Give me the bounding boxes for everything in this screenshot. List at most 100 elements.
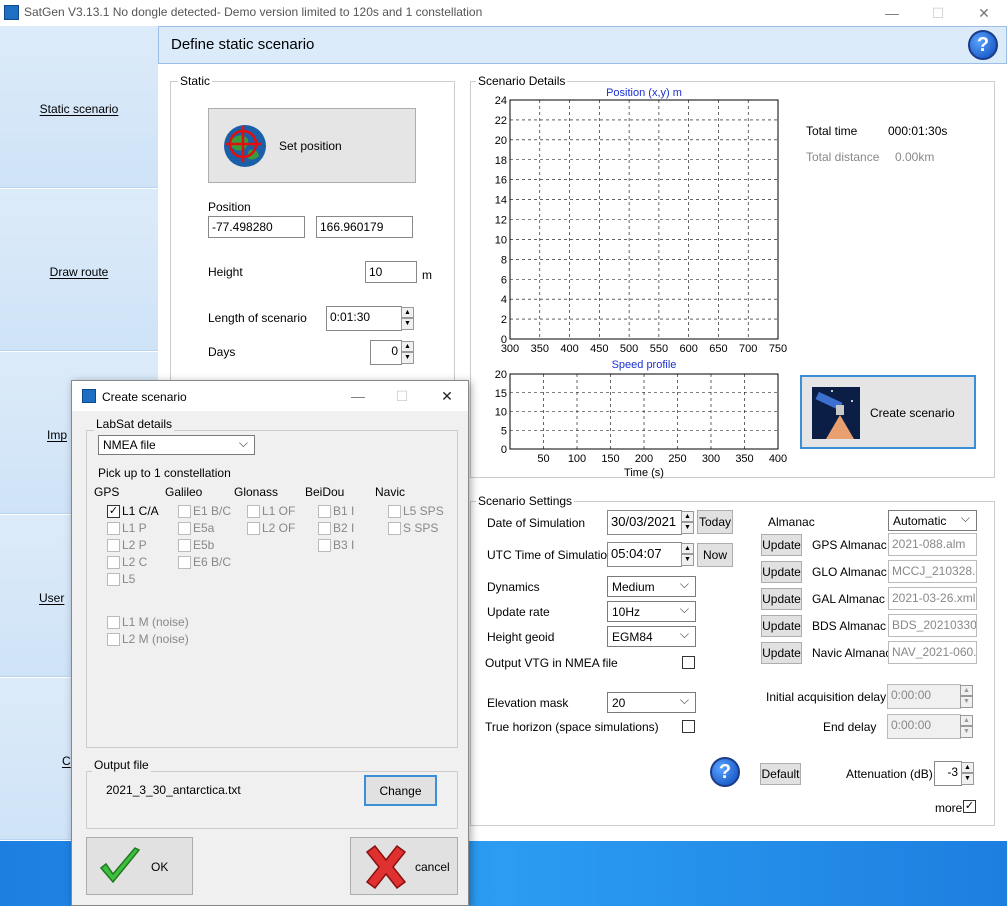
help-icon[interactable]: ? xyxy=(968,30,998,60)
create-scenario-label: Create scenario xyxy=(870,406,955,420)
days-spin-down[interactable]: ▼ xyxy=(401,352,414,364)
signal-checkbox[interactable] xyxy=(107,556,120,569)
sidebar-item-draw-route[interactable]: Draw route xyxy=(0,189,158,351)
sidebar-item-static-scenario[interactable]: Static scenario xyxy=(0,26,158,188)
dialog-close-button[interactable]: ✕ xyxy=(435,385,459,407)
noise-checkbox[interactable] xyxy=(107,616,120,629)
ok-label: OK xyxy=(151,860,169,874)
length-spin-down[interactable]: ▼ xyxy=(401,318,414,330)
utc-spin-up[interactable]: ▲ xyxy=(681,543,694,554)
date-spin-down[interactable]: ▼ xyxy=(681,522,694,534)
utc-spin-down[interactable]: ▼ xyxy=(681,554,694,566)
date-field[interactable]: 30/03/2021 xyxy=(607,510,682,535)
days-spin-up[interactable]: ▲ xyxy=(401,341,414,352)
signal-checkbox[interactable] xyxy=(107,573,120,586)
length-label: Length of scenario xyxy=(208,311,307,325)
settings-help-icon[interactable]: ? xyxy=(710,757,740,787)
close-button[interactable]: ✕ xyxy=(972,2,996,24)
length-spin-up[interactable]: ▲ xyxy=(401,307,414,318)
default-button[interactable]: Default xyxy=(760,763,801,785)
dialog-maximize-button[interactable]: ☐ xyxy=(390,385,414,407)
signal-checkbox[interactable] xyxy=(178,556,191,569)
date-spin-up[interactable]: ▲ xyxy=(681,511,694,522)
now-button[interactable]: Now xyxy=(697,543,733,567)
signal-checkbox[interactable] xyxy=(318,539,331,552)
initial-delay-spin-up[interactable]: ▲ xyxy=(960,685,973,696)
signal-label: S SPS xyxy=(403,521,439,535)
true-horizon-checkbox[interactable] xyxy=(682,720,695,733)
format-select[interactable]: NMEA file xyxy=(98,435,255,455)
signal-checkbox[interactable] xyxy=(178,505,191,518)
almanac-file-field[interactable]: 2021-03-26.xml xyxy=(888,587,977,610)
cancel-button[interactable]: cancel xyxy=(350,837,458,895)
almanac-file-field[interactable]: NAV_2021-060.a xyxy=(888,641,977,664)
attenuation-spin-up[interactable]: ▲ xyxy=(961,762,974,773)
signal-checkbox[interactable] xyxy=(318,522,331,535)
create-scenario-button[interactable]: Create scenario xyxy=(800,375,976,449)
page-header: Define static scenario ? xyxy=(158,26,1007,64)
latitude-field[interactable]: -77.498280 xyxy=(208,216,305,238)
signal-checkbox[interactable]: ✓ xyxy=(107,505,120,518)
utc-field[interactable]: 05:04:07 xyxy=(607,542,682,567)
almanac-update-button[interactable]: Update xyxy=(761,534,802,556)
set-position-button[interactable]: Set position xyxy=(208,108,416,183)
x-tick-label: 350 xyxy=(531,343,549,355)
end-delay-field[interactable]: 0:00:00 xyxy=(887,714,961,739)
attenuation-spin-down[interactable]: ▼ xyxy=(961,773,974,785)
signal-checkbox[interactable] xyxy=(247,505,260,518)
signal-checkbox[interactable] xyxy=(107,539,120,552)
height-geoid-select[interactable]: EGM84 xyxy=(607,626,696,647)
x-tick-label: 50 xyxy=(537,453,549,465)
minimize-button[interactable]: — xyxy=(880,2,904,24)
almanac-mode-select[interactable]: Automatic xyxy=(888,510,977,531)
x-axis-label: Time (s) xyxy=(624,467,664,479)
signal-checkbox[interactable] xyxy=(388,505,401,518)
signal-checkbox[interactable] xyxy=(178,522,191,535)
end-delay-spin-up[interactable]: ▲ xyxy=(960,715,973,726)
almanac-file-field[interactable]: BDS_20210330.a xyxy=(888,614,977,637)
almanac-file-field[interactable]: MCCJ_210328.ag xyxy=(888,560,977,583)
almanac-update-button[interactable]: Update xyxy=(761,642,802,664)
almanac-update-button[interactable]: Update xyxy=(761,615,802,637)
elevation-label: Elevation mask xyxy=(487,696,569,710)
signal-checkbox[interactable] xyxy=(388,522,401,535)
height-geoid-label: Height geoid xyxy=(487,630,555,644)
maximize-button[interactable]: ☐ xyxy=(926,2,950,24)
noise-checkbox[interactable] xyxy=(107,633,120,646)
almanac-update-button[interactable]: Update xyxy=(761,588,802,610)
attenuation-field[interactable]: -3 xyxy=(934,761,962,786)
initial-delay-label: Initial acquisition delay xyxy=(766,690,887,704)
signal-checkbox[interactable] xyxy=(247,522,260,535)
cross-icon xyxy=(365,844,407,890)
initial-delay-spin-down[interactable]: ▼ xyxy=(960,696,973,708)
change-button[interactable]: Change xyxy=(364,775,437,806)
almanac-file-field[interactable]: 2021-088.alm xyxy=(888,533,977,556)
length-field[interactable]: 0:01:30 xyxy=(326,306,402,331)
dialog-minimize-button[interactable]: — xyxy=(346,385,370,407)
y-tick-label: 5 xyxy=(501,425,507,437)
signal-checkbox[interactable] xyxy=(178,539,191,552)
elevation-select[interactable]: 20 xyxy=(607,692,696,713)
dynamics-select[interactable]: Medium xyxy=(607,576,696,597)
height-field[interactable]: 10 xyxy=(365,261,417,283)
today-button[interactable]: Today xyxy=(697,510,733,534)
longitude-field[interactable]: 166.960179 xyxy=(316,216,413,238)
update-rate-label: Update rate xyxy=(487,605,550,619)
scenario-settings-label: Scenario Settings xyxy=(476,494,575,508)
update-rate-select[interactable]: 10Hz xyxy=(607,601,696,622)
days-field[interactable]: 0 xyxy=(370,340,402,365)
ok-button[interactable]: OK xyxy=(86,837,193,895)
signal-label: B3 I xyxy=(333,538,355,552)
vtg-checkbox[interactable] xyxy=(682,656,695,669)
more-checkbox[interactable]: ✓ xyxy=(963,800,976,813)
x-tick-label: 350 xyxy=(735,453,753,465)
x-tick-label: 200 xyxy=(635,453,653,465)
y-tick-label: 10 xyxy=(495,234,507,246)
almanac-update-button[interactable]: Update xyxy=(761,561,802,583)
signal-checkbox[interactable] xyxy=(318,505,331,518)
sidebar-item-label: Static scenario xyxy=(39,102,119,116)
end-delay-spin-down[interactable]: ▼ xyxy=(960,726,973,738)
initial-delay-field[interactable]: 0:00:00 xyxy=(887,684,961,709)
signal-checkbox[interactable] xyxy=(107,522,120,535)
y-tick-label: 14 xyxy=(495,195,507,207)
